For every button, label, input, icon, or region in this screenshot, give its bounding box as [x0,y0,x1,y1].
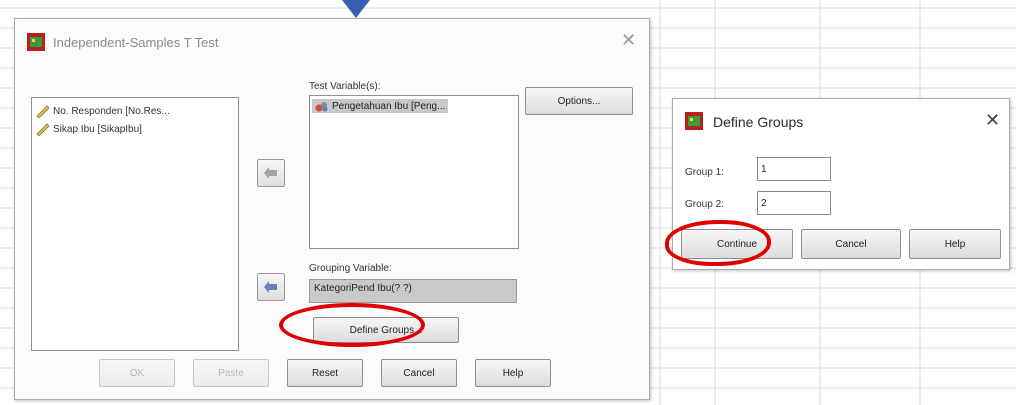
paste-button[interactable]: Paste [193,359,269,387]
ruler-variable-icon [36,105,50,118]
ruler-variable-icon [36,123,50,136]
list-item[interactable]: Pengetahuan Ibu [Peng... [312,99,449,113]
continue-button[interactable]: Continue [681,229,793,259]
nominal-variable-icon [315,102,328,112]
ok-button[interactable]: OK [99,359,175,387]
dialog-title: Define Groups [713,114,804,130]
move-right-arrow-icon [264,281,277,293]
reset-button[interactable]: Reset [287,359,363,387]
grouping-variable-field[interactable]: KategoriPend Ibu(? ?) [309,279,517,303]
move-to-test-variable-button[interactable] [257,159,285,187]
help-button[interactable]: Help [475,359,551,387]
grouping-variable-label: Grouping Variable: [309,263,392,274]
list-item[interactable]: Sikap Ibu [SikapIbu] [36,122,142,136]
cancel-button[interactable]: Cancel [801,229,901,259]
close-icon[interactable]: ✕ [985,111,1000,129]
test-variable-list[interactable]: Pengetahuan Ibu [Peng... [309,95,519,249]
source-variable-list[interactable]: No. Responden [No.Res... Sikap Ibu [Sika… [31,97,239,351]
group1-label: Group 1: [685,167,724,178]
dialog-title: Independent-Samples T Test [53,35,219,50]
test-variables-label: Test Variable(s): [309,81,381,92]
variable-label: Sikap Ibu [SikapIbu] [53,123,142,135]
move-to-grouping-variable-button[interactable] [257,273,285,301]
app-icon [27,33,45,51]
variable-label: Pengetahuan Ibu [Peng... [332,100,446,112]
independent-samples-t-test-dialog: Independent-Samples T Test ✕ No. Respond… [14,18,650,400]
variable-label: No. Responden [No.Res... [53,105,170,117]
list-item[interactable]: No. Responden [No.Res... [36,104,170,118]
group2-label: Group 2: [685,199,724,210]
app-icon [685,112,703,130]
cancel-button[interactable]: Cancel [381,359,457,387]
close-icon[interactable]: ✕ [621,31,636,49]
move-right-arrow-icon [264,167,277,179]
group1-field[interactable] [757,157,831,181]
group2-field[interactable] [757,191,831,215]
options-button[interactable]: Options... [525,87,633,115]
help-button[interactable]: Help [909,229,1001,259]
define-groups-dialog: Define Groups ✕ Group 1: Group 2: Contin… [672,98,1010,270]
define-groups-button[interactable]: Define Groups... [313,317,459,343]
